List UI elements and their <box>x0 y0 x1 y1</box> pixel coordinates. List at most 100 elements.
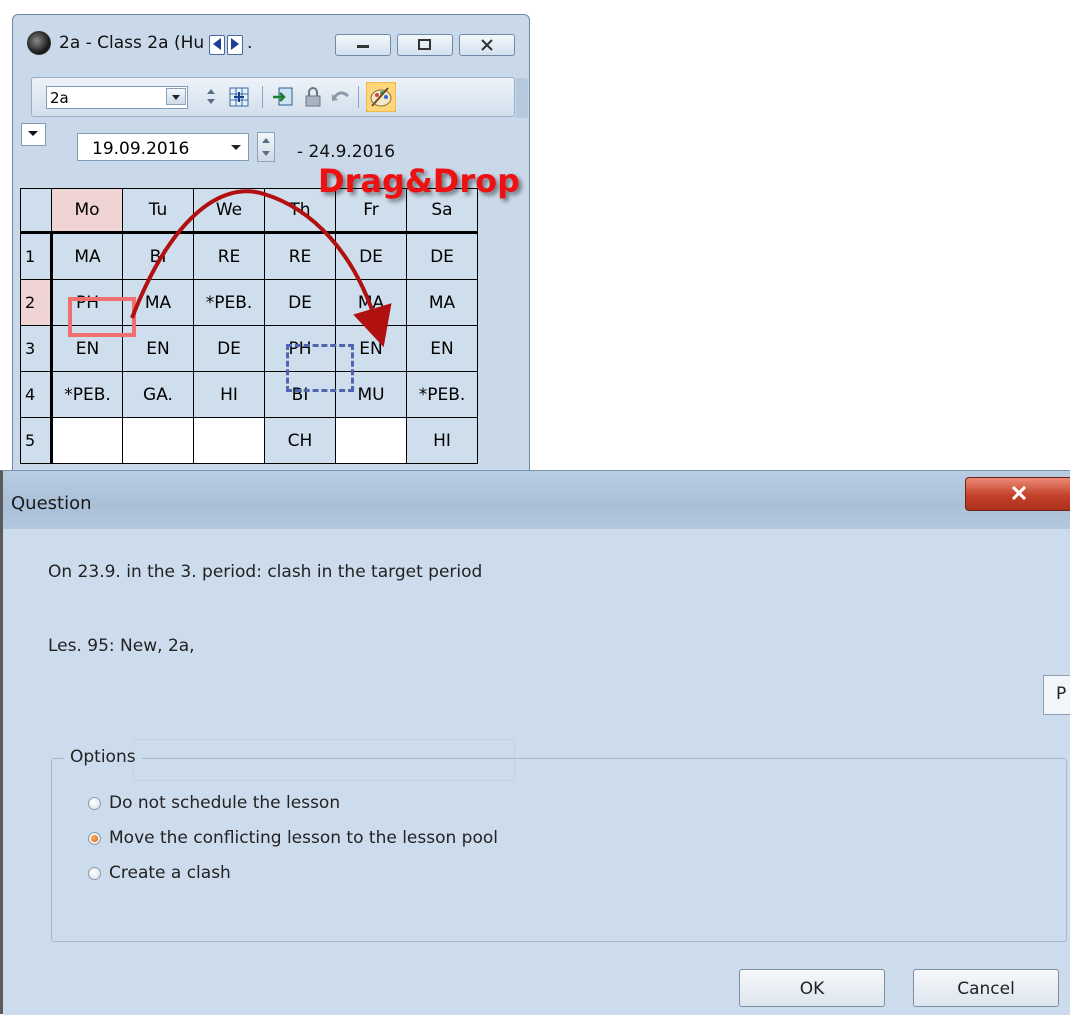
day-header-we[interactable]: We <box>193 188 265 234</box>
week-date-select[interactable]: 19.09.2016 <box>77 133 249 161</box>
lesson-cell[interactable]: *PEB. <box>51 371 123 418</box>
minimize-icon <box>357 45 369 48</box>
timetable-titlebar: 2a - Class 2a (Hu . <box>13 15 529 61</box>
lesson-cell[interactable]: EN <box>51 325 123 372</box>
week-start-date: 19.09.2016 <box>92 139 190 159</box>
lesson-cell[interactable] <box>51 417 123 464</box>
triangle-down-icon <box>28 131 38 136</box>
maximize-button[interactable] <box>397 34 453 56</box>
close-icon <box>481 39 493 51</box>
dialog-close-button[interactable] <box>965 477 1070 511</box>
toolbar-grip[interactable] <box>516 78 528 118</box>
lesson-cell-dragged[interactable]: PH <box>51 279 123 326</box>
dialog-titlebar: Question <box>3 471 1070 529</box>
option-create-clash[interactable]: Create a clash <box>88 860 231 886</box>
lesson-cell[interactable]: MU <box>335 371 407 418</box>
timetable-window-title: 2a - Class 2a (Hu <box>59 33 205 53</box>
lock-icon[interactable] <box>302 86 324 108</box>
lesson-cell[interactable]: DE <box>335 232 407 280</box>
radio-button-checked[interactable] <box>88 831 101 845</box>
lesson-cell[interactable]: DE <box>264 279 336 326</box>
app-clock-icon <box>27 31 51 55</box>
spin-updown-icon <box>262 138 270 156</box>
question-dialog: Question On 23.9. in the 3. period: clas… <box>0 470 1070 1015</box>
palette-icon[interactable] <box>366 82 396 112</box>
period-number: 2 <box>20 279 53 326</box>
lesson-cell[interactable]: HI <box>193 371 265 418</box>
lesson-cell[interactable]: BI <box>264 371 336 418</box>
close-icon <box>1011 486 1027 500</box>
drag-drop-annotation: Drag&Drop <box>318 162 520 200</box>
maximize-icon <box>418 39 431 50</box>
lesson-cell[interactable]: RE <box>264 232 336 280</box>
arrow-right-icon <box>231 38 239 50</box>
lesson-cell[interactable]: DE <box>193 325 265 372</box>
options-legend: Options <box>64 747 142 767</box>
option-move-to-pool[interactable]: Move the conflicting lesson to the lesso… <box>88 825 498 851</box>
lesson-cell[interactable]: CH <box>264 417 336 464</box>
lesson-cell[interactable]: EN <box>406 325 478 372</box>
spin-updown-icon[interactable] <box>200 86 222 108</box>
lesson-cell[interactable]: GA. <box>122 371 194 418</box>
lesson-info: Les. 95: New, 2a, <box>48 636 195 656</box>
period-number: 4 <box>20 371 53 418</box>
day-header-tu[interactable]: Tu <box>122 188 194 234</box>
toolbar-separator <box>262 86 263 108</box>
option-label: Do not schedule the lesson <box>109 793 341 813</box>
week-end-date: - 24.9.2016 <box>297 142 396 162</box>
radio-button[interactable] <box>88 866 101 880</box>
radio-button[interactable] <box>88 796 101 810</box>
prev-class-button[interactable] <box>209 35 225 55</box>
grid-zoom-icon[interactable] <box>228 86 250 108</box>
grid-corner <box>20 188 52 234</box>
arrow-left-icon <box>213 38 221 50</box>
timetable-grid: Mo Tu We Th Fr Sa 1 MA BI RE RE DE DE 2 … <box>20 188 478 464</box>
period-row: 3 EN EN DE PH EN EN <box>20 325 478 372</box>
options-group: Options Do not schedule the lesson Move … <box>51 747 1067 942</box>
lesson-cell[interactable]: HI <box>406 417 478 464</box>
next-class-button[interactable] <box>227 35 243 55</box>
period-row: 4 *PEB. GA. HI BI MU *PEB. <box>20 371 478 418</box>
week-menu-button[interactable] <box>21 123 46 146</box>
lesson-cell[interactable]: MA <box>335 279 407 326</box>
day-header-mo[interactable]: Mo <box>51 188 123 234</box>
lesson-cell[interactable]: DE <box>406 232 478 280</box>
lesson-cell[interactable]: BI <box>122 232 194 280</box>
class-select-value: 2a <box>50 89 69 107</box>
lesson-cell[interactable]: MA <box>406 279 478 326</box>
lesson-cell-selected[interactable]: PH <box>264 325 336 372</box>
lesson-cell[interactable]: *PEB. <box>193 279 265 326</box>
period-row: 2 PH MA *PEB. DE MA MA <box>20 279 478 326</box>
lesson-cell[interactable]: MA <box>51 232 123 280</box>
ok-button[interactable]: OK <box>739 969 885 1007</box>
lesson-cell[interactable]: EN <box>122 325 194 372</box>
cancel-button[interactable]: Cancel <box>913 969 1059 1007</box>
timetable-toolbar: 2a <box>31 77 528 118</box>
lesson-cell[interactable]: *PEB. <box>406 371 478 418</box>
period-row: 1 MA BI RE RE DE DE <box>20 232 478 280</box>
option-label: Create a clash <box>109 863 231 883</box>
import-icon[interactable] <box>272 86 294 108</box>
chevron-down-icon <box>172 95 180 100</box>
lesson-cell[interactable] <box>122 417 194 464</box>
dialog-body: On 23.9. in the 3. period: clash in the … <box>3 529 1070 1015</box>
lesson-cell[interactable]: RE <box>193 232 265 280</box>
close-window-button[interactable] <box>459 34 515 56</box>
period-number: 1 <box>20 232 53 280</box>
chevron-down-icon <box>231 145 241 150</box>
undo-icon[interactable] <box>330 86 352 108</box>
timetable-title-suffix: . <box>247 33 253 53</box>
lesson-cell[interactable]: EN <box>335 325 407 372</box>
lesson-cell[interactable] <box>193 417 265 464</box>
lesson-cell[interactable] <box>335 417 407 464</box>
minimize-button[interactable] <box>335 34 391 56</box>
option-do-not-schedule[interactable]: Do not schedule the lesson <box>88 790 340 816</box>
side-button[interactable]: P <box>1043 675 1070 715</box>
week-spinner[interactable] <box>257 132 275 162</box>
toolbar-separator <box>358 86 359 108</box>
clash-message: On 23.9. in the 3. period: clash in the … <box>48 562 483 582</box>
dialog-title: Question <box>11 493 92 514</box>
period-number: 5 <box>20 417 53 464</box>
lesson-cell[interactable]: MA <box>122 279 194 326</box>
class-dropdown-button[interactable] <box>166 88 186 105</box>
